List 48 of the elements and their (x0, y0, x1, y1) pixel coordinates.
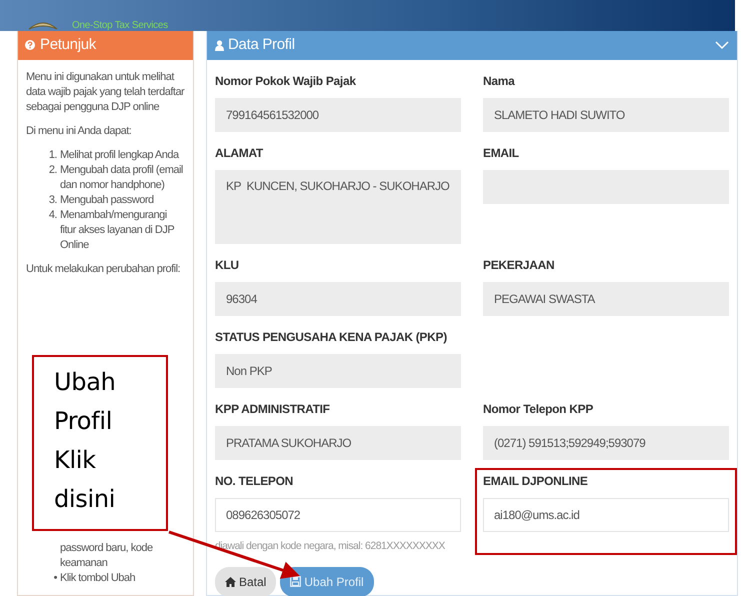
step-item: Mengubah password (60, 192, 154, 208)
callout-text: Profil (54, 406, 114, 437)
list-marker: 2. (48, 162, 57, 178)
field-label: STATUS PENGUSAHA KENA PAJAK (PKP) (215, 328, 447, 346)
header-tagline: One-Stop Tax Services (72, 21, 168, 31)
field-label: EMAIL DJPONLINE (483, 472, 588, 490)
field-label: Nomor Telepon KPP (483, 400, 594, 418)
cancel-button[interactable]: Batal (215, 566, 276, 596)
input-field[interactable]: Non PKP (215, 354, 461, 388)
instruction-text: Di menu ini Anda dapat: (26, 124, 132, 138)
help-icon (25, 40, 35, 50)
input-field[interactable]: ai180@ums.ac.id (483, 498, 729, 532)
chevron-icon[interactable] (715, 40, 729, 50)
field-label: Nomor Pokok Wajib Pajak (215, 72, 356, 90)
input-field[interactable]: 089626305072 (215, 498, 461, 532)
field-label: PEKERJAAN (483, 256, 554, 274)
field-label: KLU (215, 256, 239, 274)
callout-text: Klik (54, 445, 97, 476)
profile-title: Data Profil (228, 35, 296, 55)
step-item: password baru, kode keamanan (60, 540, 154, 570)
step-item: Klik tombol Ubah (60, 570, 136, 586)
instructions-title: Petunjuk (40, 35, 96, 55)
step-item: Menambah/mengurangi fitur akses layanan di DJP Online (60, 208, 176, 252)
callout-text: disini (54, 484, 116, 515)
floppy-icon (290, 576, 302, 588)
list-marker: 3. (48, 192, 57, 208)
callout-text: Ubah (54, 367, 117, 398)
instruction-text: Untuk melakukan perubahan profil: (26, 262, 182, 276)
step-item: Mengubah data profil (email dan nomor handphone) (60, 162, 184, 192)
input-field[interactable]: PRATAMA SUKOHARJO (215, 426, 461, 460)
field-label: Nama (483, 72, 514, 90)
list-marker: • (52, 570, 57, 586)
field-label: KPP ADMINISTRATIF (215, 400, 330, 418)
instruction-text: Menu ini digunakan untuk melihat data wajib pajak yang telah terdaftar sebagai pengguna DJP online (26, 70, 185, 114)
input-field[interactable]: (0271) 591513;592949;593079 (483, 426, 729, 460)
user-icon (215, 40, 224, 51)
input-field[interactable]: SLAMETO HADI SUWITO (483, 98, 729, 132)
step-item: Melihat profil lengkap Anda (60, 148, 179, 162)
input-field[interactable]: PEGAWAI SWASTA (483, 282, 729, 316)
field-label: EMAIL (483, 144, 519, 162)
list-marker: 4. (48, 208, 57, 222)
input-field[interactable]: 96304 (215, 282, 461, 316)
home-icon (225, 576, 236, 587)
address-field[interactable]: KP KUNCEN, SUKOHARJO - SUKOHARJO (215, 170, 461, 244)
list-marker: 1. (48, 148, 57, 162)
input-field[interactable]: 799164561532000 (215, 98, 461, 132)
field-label: NO. TELEPON (215, 472, 294, 490)
field-label: ALAMAT (215, 144, 263, 162)
